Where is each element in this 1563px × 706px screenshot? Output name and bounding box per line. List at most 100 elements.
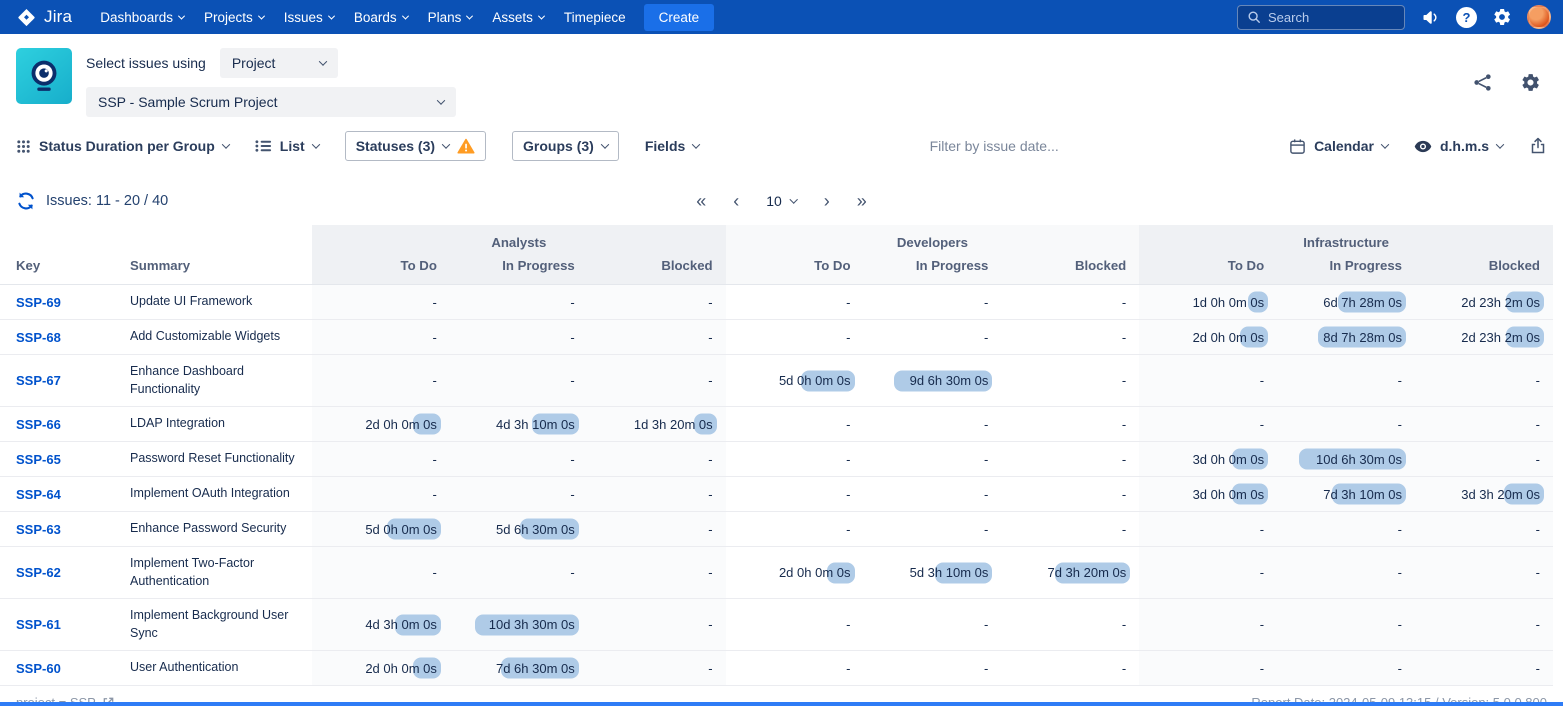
help-icon[interactable]: ?	[1456, 7, 1477, 28]
share-icon[interactable]	[1473, 72, 1492, 93]
chevron-down-icon	[442, 140, 450, 148]
empty-duration: -	[1398, 373, 1402, 388]
duration-cell: 6d 7h 28m 0s	[1277, 285, 1415, 320]
empty-duration: -	[1536, 373, 1540, 388]
nav-item-issues[interactable]: Issues	[274, 0, 344, 34]
empty-duration: -	[433, 487, 437, 502]
duration-cell: -	[726, 285, 864, 320]
page-size-dropdown[interactable]: 10	[766, 193, 797, 209]
timepiece-app-icon	[16, 48, 72, 104]
report-type-dropdown[interactable]: Status Duration per Group	[16, 138, 229, 154]
nav-item-plans[interactable]: Plans	[418, 0, 483, 34]
duration-value: 7d 6h 30m 0s	[496, 661, 575, 676]
empty-duration: -	[984, 295, 988, 310]
duration-cell: 5d 0h 0m 0s	[726, 355, 864, 407]
create-button[interactable]: Create	[644, 4, 715, 31]
chevron-down-icon	[790, 195, 798, 203]
empty-duration: -	[846, 487, 850, 502]
global-search[interactable]	[1237, 5, 1405, 30]
nav-item-assets[interactable]: Assets	[482, 0, 554, 34]
duration-value: 1d 3h 20m 0s	[634, 417, 713, 432]
announcements-icon[interactable]	[1420, 7, 1441, 28]
duration-cell: -	[1001, 599, 1139, 651]
empty-duration: -	[1122, 330, 1126, 345]
duration-cell: 8d 7h 28m 0s	[1277, 320, 1415, 355]
groups-filter-button[interactable]: Groups (3)	[512, 131, 619, 161]
issues-count-label: Issues: 11 - 20 / 40	[46, 193, 168, 209]
issue-key-link[interactable]: SSP-64	[0, 477, 130, 512]
calendar-dropdown[interactable]: Calendar	[1289, 138, 1388, 155]
issue-summary: Implement Background User Sync	[130, 599, 312, 651]
eye-icon	[1414, 140, 1432, 153]
duration-cell: -	[726, 442, 864, 477]
chevron-down-icon	[1381, 140, 1389, 148]
settings-gear-icon[interactable]	[1492, 7, 1512, 27]
duration-cell: -	[864, 651, 1002, 686]
nav-item-projects[interactable]: Projects	[194, 0, 274, 34]
duration-cell: 3d 0h 0m 0s	[1139, 477, 1277, 512]
view-dropdown[interactable]: List	[255, 138, 319, 154]
nav-item-boards[interactable]: Boards	[344, 0, 418, 34]
issue-summary: Implement Two-Factor Authentication	[130, 547, 312, 599]
search-icon	[1247, 10, 1261, 24]
issue-date-filter[interactable]: Filter by issue date...	[725, 138, 1263, 154]
issue-summary: Implement OAuth Integration	[130, 477, 312, 512]
empty-duration: -	[570, 565, 574, 580]
duration-cell: 2d 0h 0m 0s	[312, 407, 450, 442]
issue-key-link[interactable]: SSP-65	[0, 442, 130, 477]
first-page-button[interactable]: «	[696, 192, 706, 210]
issue-key-link[interactable]: SSP-68	[0, 320, 130, 355]
empty-duration: -	[1122, 617, 1126, 632]
duration-cell: -	[312, 477, 450, 512]
issue-key-link[interactable]: SSP-67	[0, 355, 130, 407]
nav-item-timepiece[interactable]: Timepiece	[554, 0, 636, 34]
select-issues-label: Select issues using	[86, 55, 206, 71]
empty-duration: -	[846, 295, 850, 310]
export-icon[interactable]	[1529, 137, 1547, 155]
duration-cell: 2d 23h 2m 0s	[1415, 320, 1553, 355]
issue-key-link[interactable]: SSP-61	[0, 599, 130, 651]
duration-value: 5d 0h 0m 0s	[779, 373, 851, 388]
issue-source-dropdown[interactable]: Project	[220, 48, 338, 78]
duration-cell: -	[1277, 512, 1415, 547]
table-row: SSP-67Enhance Dashboard Functionality---…	[0, 355, 1553, 407]
duration-value: 3d 0h 0m 0s	[1193, 452, 1265, 467]
project-dropdown[interactable]: SSP - Sample Scrum Project	[86, 87, 456, 117]
issue-key-link[interactable]: SSP-62	[0, 547, 130, 599]
issue-key-link[interactable]: SSP-69	[0, 285, 130, 320]
jira-logo-icon	[16, 7, 37, 28]
user-avatar[interactable]	[1527, 5, 1551, 29]
issue-key-link[interactable]: SSP-63	[0, 512, 130, 547]
empty-duration: -	[1260, 661, 1264, 676]
chevron-down-icon	[402, 12, 409, 19]
duration-cell: -	[1415, 442, 1553, 477]
jira-logo[interactable]: Jira	[16, 7, 72, 28]
duration-cell: -	[588, 442, 726, 477]
empty-duration: -	[1536, 417, 1540, 432]
empty-duration: -	[1398, 617, 1402, 632]
empty-duration: -	[846, 617, 850, 632]
last-page-button[interactable]: »	[857, 192, 867, 210]
chevron-down-icon	[1496, 140, 1504, 148]
calendar-icon	[1289, 138, 1306, 155]
fields-dropdown[interactable]: Fields	[645, 138, 699, 154]
duration-format-dropdown[interactable]: d.h.m.s	[1414, 138, 1503, 154]
empty-duration: -	[433, 373, 437, 388]
issue-key-link[interactable]: SSP-60	[0, 651, 130, 686]
group-header-analysts: Analysts	[312, 225, 726, 253]
duration-cell: -	[864, 599, 1002, 651]
refresh-icon[interactable]	[16, 191, 36, 211]
empty-duration: -	[570, 373, 574, 388]
statuses-filter-button[interactable]: Statuses (3)	[345, 131, 486, 161]
search-input[interactable]	[1268, 10, 1395, 25]
top-navigation: Jira Dashboards Projects Issues Boards P…	[0, 0, 1563, 34]
duration-cell: -	[1139, 355, 1277, 407]
issue-key-link[interactable]: SSP-66	[0, 407, 130, 442]
issue-summary: Add Customizable Widgets	[130, 320, 312, 355]
previous-page-button[interactable]: ‹	[733, 192, 739, 210]
next-page-button[interactable]: ›	[824, 192, 830, 210]
duration-value: 7d 3h 10m 0s	[1323, 487, 1402, 502]
duration-cell: -	[1415, 355, 1553, 407]
nav-item-dashboards[interactable]: Dashboards	[90, 0, 194, 34]
report-settings-gear-icon[interactable]	[1520, 72, 1541, 93]
